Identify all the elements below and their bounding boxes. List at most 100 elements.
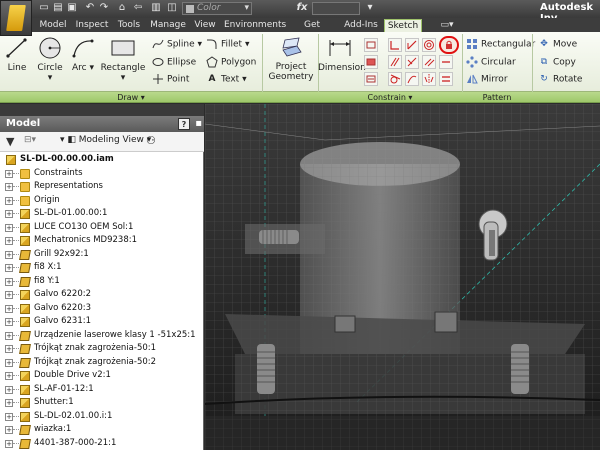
expand-icon[interactable]: + — [5, 399, 13, 407]
tree-node[interactable]: + Shutter:1 — [0, 396, 204, 410]
parallel-icon[interactable] — [388, 55, 402, 69]
tree-node[interactable]: + fi8 Y:1 — [0, 275, 204, 289]
tree-root[interactable]: SL-DL-00.00.00.iam — [0, 153, 204, 167]
tree-node[interactable]: + Trójkąt znak zagrożenia-50:2 — [0, 356, 204, 370]
tree-node[interactable]: + SL-DL-01.00.00:1 — [0, 207, 204, 221]
expand-icon[interactable]: + — [5, 210, 13, 218]
show-constraints-icon[interactable] — [364, 55, 378, 69]
expand-icon[interactable]: + — [5, 412, 13, 421]
circular-pattern-tool[interactable]: Circular — [466, 56, 516, 68]
qat-menu-icon[interactable]: ▾ — [364, 2, 376, 14]
open-icon[interactable]: ▤ — [52, 2, 64, 14]
circle-tool[interactable]: Circle ▾ — [34, 36, 66, 83]
tree-node[interactable]: + Double Drive v2:1 — [0, 369, 204, 383]
auto-dimension-icon[interactable] — [364, 38, 378, 52]
dimension-tool[interactable]: Dimension — [318, 36, 366, 73]
copy-tool[interactable]: ⧉ Copy — [538, 56, 576, 68]
tab-environments[interactable]: Environments — [224, 19, 286, 32]
spline-tool[interactable]: Spline ▾ — [152, 38, 202, 50]
rectangle-tool[interactable]: Rectangle ▾ — [100, 36, 146, 83]
tab-view[interactable]: View — [192, 19, 218, 32]
expand-icon[interactable]: + — [5, 250, 13, 259]
tree-node[interactable]: + Representations — [0, 180, 204, 194]
constraint-settings-icon[interactable] — [364, 72, 378, 86]
color-dropdown[interactable]: Color ▾ — [182, 2, 252, 15]
smooth-icon[interactable] — [405, 72, 419, 86]
select-icon[interactable]: ◫ — [166, 2, 178, 14]
redo-icon[interactable]: ↷ — [98, 2, 110, 14]
tree-node[interactable]: + LUCE CO130 OEM Sol:1 — [0, 221, 204, 235]
tree-node[interactable]: + Constraints — [0, 167, 204, 181]
coincident-icon[interactable] — [388, 38, 402, 52]
close-icon[interactable]: ▪ — [195, 116, 202, 132]
fillet-tool[interactable]: Fillet ▾ — [206, 38, 249, 50]
expand-icon[interactable]: + — [5, 358, 13, 367]
expand-icon[interactable]: + — [5, 196, 13, 205]
mirror-tool[interactable]: Mirror — [466, 73, 508, 85]
expand-icon[interactable]: + — [5, 291, 13, 299]
tree-node[interactable]: + SL-DL-02.01.00.i:1 — [0, 410, 204, 424]
tree-node[interactable]: + Trójkąt znak zagrożenia-50:1 — [0, 342, 204, 356]
tab-sketch[interactable]: Sketch — [384, 19, 422, 32]
tangent-icon[interactable] — [388, 72, 402, 86]
tab-tools[interactable]: Tools — [114, 19, 144, 32]
undo-icon[interactable]: ↶ — [84, 2, 96, 14]
expand-icon[interactable]: + — [5, 223, 13, 232]
expand-icon[interactable]: + — [5, 183, 13, 191]
collinear-icon[interactable] — [405, 38, 419, 52]
perpendicular-icon[interactable] — [405, 55, 419, 69]
expand-icon[interactable]: + — [5, 331, 13, 340]
rectangular-pattern-tool[interactable]: Rectangular — [466, 38, 535, 50]
expand-icon[interactable]: + — [5, 439, 13, 448]
group-constrain-label[interactable]: Constrain ▾ — [318, 92, 462, 103]
vertical-icon[interactable] — [439, 55, 453, 69]
new-icon[interactable]: ▭ — [38, 2, 50, 14]
expand-icon[interactable]: + — [5, 237, 13, 245]
expand-icon[interactable]: + — [5, 372, 13, 380]
tree-node[interactable]: + SL-AF-01-12:1 — [0, 383, 204, 397]
expand-icon[interactable]: + — [5, 304, 13, 313]
symmetric-icon[interactable] — [422, 72, 436, 86]
ellipse-tool[interactable]: Ellipse — [152, 56, 196, 68]
tree-node[interactable]: + wiazka:1 — [0, 423, 204, 437]
tree-options-icon[interactable]: ⊟▾ — [24, 135, 36, 145]
point-tool[interactable]: Point — [152, 73, 189, 85]
text-tool[interactable]: A Text ▾ — [206, 73, 247, 85]
expand-icon[interactable]: + — [5, 169, 13, 178]
polygon-tool[interactable]: Polygon — [206, 56, 256, 68]
tree-node[interactable]: + fi8 X:1 — [0, 261, 204, 275]
tree-node[interactable]: + Mechatronics MD9238:1 — [0, 234, 204, 248]
application-menu-button[interactable] — [0, 0, 32, 36]
tree-node[interactable]: + Galvo 6231:1 — [0, 315, 204, 329]
expand-icon[interactable]: + — [5, 264, 13, 272]
move-tool[interactable]: ✥ Move — [538, 38, 577, 50]
fix-lock-icon[interactable] — [439, 36, 459, 54]
fx-icon[interactable]: fx — [296, 2, 308, 14]
tree-node[interactable]: + Galvo 6220:3 — [0, 302, 204, 316]
arc-tool[interactable]: Arc ▾ — [68, 36, 98, 73]
help-icon[interactable]: ? — [178, 118, 190, 130]
tree-node[interactable]: + Galvo 6220:2 — [0, 288, 204, 302]
rotate-tool[interactable]: ↻ Rotate — [538, 73, 582, 85]
print-icon[interactable]: ▥ — [150, 2, 162, 14]
tab-model[interactable]: Model — [36, 19, 70, 32]
binoculars-icon[interactable]: ⚇ — [146, 134, 156, 147]
tree-node[interactable]: + Origin — [0, 194, 204, 208]
expand-icon[interactable]: + — [5, 426, 13, 434]
line-tool[interactable]: Line — [2, 36, 32, 73]
horizontal-icon[interactable] — [422, 55, 436, 69]
expand-icon[interactable]: + — [5, 345, 13, 353]
tab-manage[interactable]: Manage — [148, 19, 188, 32]
equal-icon[interactable] — [439, 72, 453, 86]
tree-node[interactable]: + Grill 92x92:1 — [0, 248, 204, 262]
graphics-viewport[interactable] — [205, 104, 600, 450]
concentric-icon[interactable] — [422, 38, 436, 52]
expand-icon[interactable]: + — [5, 385, 13, 394]
filter-icon[interactable]: ▼ — [6, 135, 14, 148]
return-icon[interactable]: ⇦ — [132, 2, 144, 14]
tab-add-ins[interactable]: Add-Ins — [342, 19, 380, 32]
tree-node[interactable]: + Urządzenie laserowe klasy 1 -51x25:1 — [0, 329, 204, 343]
expand-icon[interactable]: + — [5, 277, 13, 286]
modeling-view-dropdown[interactable]: ▾ ◧ Modeling View ▾ — [60, 135, 151, 145]
tab-inspect[interactable]: Inspect — [72, 19, 112, 32]
